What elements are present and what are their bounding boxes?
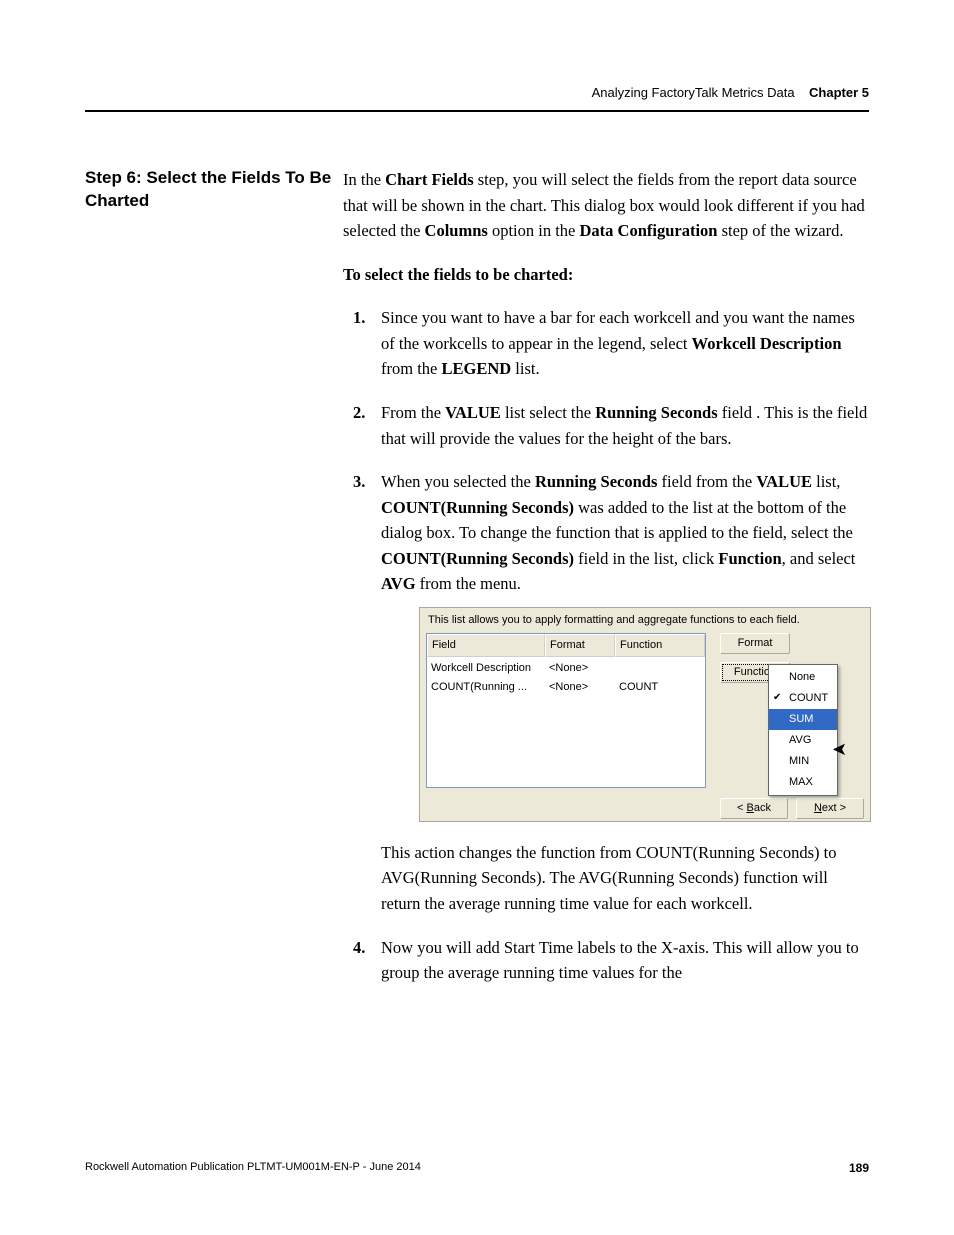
col-field[interactable]: Field	[427, 634, 545, 657]
content-area: Step 6: Select the Fields To Be Charted …	[85, 167, 869, 1004]
document-page: Analyzing FactoryTalk Metrics Data Chapt…	[0, 0, 954, 1235]
publication-info: Rockwell Automation Publication PLTMT-UM…	[85, 1161, 421, 1175]
header-doc-title: Analyzing FactoryTalk Metrics Data	[592, 85, 795, 100]
dialog-screenshot: This list allows you to apply formatting…	[419, 607, 871, 822]
step-number: 3.	[353, 469, 365, 495]
menu-item-none[interactable]: None	[769, 667, 837, 688]
col-format[interactable]: Format	[545, 634, 615, 657]
back-button[interactable]: < Back	[720, 798, 788, 819]
menu-item-count[interactable]: COUNT	[769, 688, 837, 709]
field-listbox[interactable]: Field Format Function Workcell Descripti…	[426, 633, 706, 788]
instructions-title: To select the fields to be charted:	[343, 262, 871, 288]
dialog-caption: This list allows you to apply formatting…	[428, 612, 864, 629]
step-4: 4. Now you will add Start Time labels to…	[343, 935, 871, 986]
function-menu: None COUNT SUM AVG MIN MAX	[768, 664, 838, 796]
step-2: 2. From the VALUE list select the Runnin…	[343, 400, 871, 451]
page-number: 189	[849, 1161, 869, 1175]
col-function[interactable]: Function	[615, 634, 705, 657]
listbox-header: Field Format Function	[427, 634, 705, 657]
list-row[interactable]: COUNT(Running ... <None> COUNT	[427, 678, 705, 697]
steps-list: 1. Since you want to have a bar for each…	[343, 305, 871, 985]
menu-item-sum[interactable]: SUM	[769, 709, 837, 730]
page-header: Analyzing FactoryTalk Metrics Data Chapt…	[85, 85, 869, 112]
step-number: 2.	[353, 400, 365, 426]
main-column: In the Chart Fields step, you will selec…	[343, 167, 871, 1004]
menu-item-avg[interactable]: AVG	[769, 730, 837, 751]
menu-item-min[interactable]: MIN	[769, 751, 837, 772]
side-heading: Step 6: Select the Fields To Be Charted	[85, 167, 343, 1004]
list-row[interactable]: Workcell Description <None>	[427, 659, 705, 678]
format-button[interactable]: Format	[720, 633, 790, 654]
step-1: 1. Since you want to have a bar for each…	[343, 305, 871, 382]
step-number: 4.	[353, 935, 365, 961]
step-3: 3. When you selected the Running Seconds…	[343, 469, 871, 917]
cursor-icon: ➤	[832, 736, 847, 764]
menu-item-max[interactable]: MAX	[769, 772, 837, 793]
step-3-followup: This action changes the function from CO…	[381, 840, 871, 917]
page-footer: Rockwell Automation Publication PLTMT-UM…	[85, 1161, 869, 1175]
header-chapter: Chapter 5	[809, 85, 869, 100]
intro-paragraph: In the Chart Fields step, you will selec…	[343, 167, 871, 244]
step-number: 1.	[353, 305, 365, 331]
wizard-nav: < Back Next >	[420, 794, 870, 821]
next-button[interactable]: Next >	[796, 798, 864, 819]
listbox-body: Workcell Description <None> COUNT(Runnin…	[427, 657, 705, 699]
